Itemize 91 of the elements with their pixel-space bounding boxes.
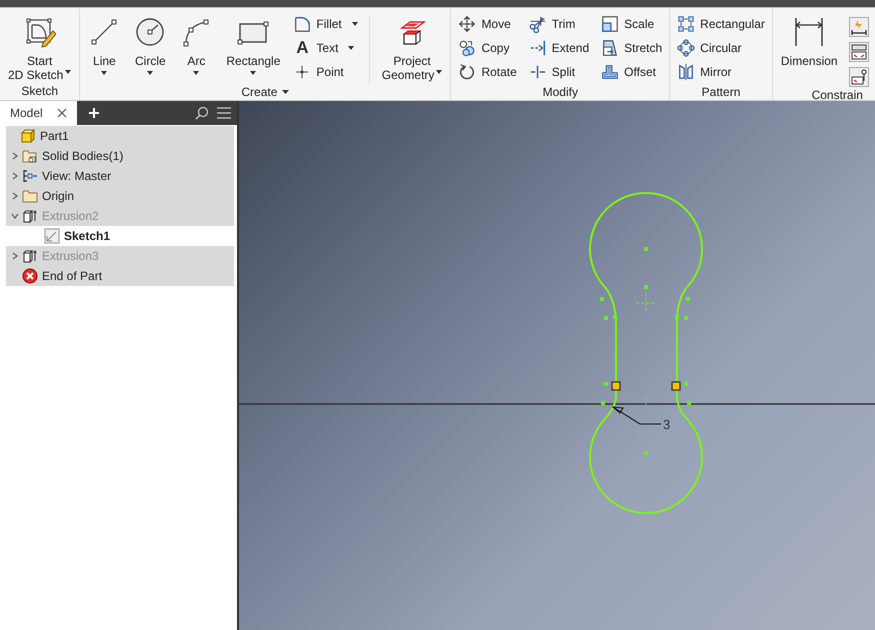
chevron-right-icon[interactable] xyxy=(11,252,19,260)
move-icon xyxy=(458,15,476,33)
chevron-down-icon[interactable] xyxy=(11,212,19,220)
folder-icon xyxy=(22,188,38,204)
caret-icon xyxy=(352,22,358,26)
leader-line xyxy=(611,406,662,424)
chevron-right-icon[interactable] xyxy=(11,192,19,200)
panel-title: Modify xyxy=(542,85,578,99)
ribbon-button[interactable]: Fillet xyxy=(290,12,361,36)
ribbon-button[interactable]: Rectangular xyxy=(674,12,768,36)
panel-title[interactable]: Create xyxy=(241,85,278,99)
browser-tab[interactable]: Model xyxy=(0,101,77,125)
scale-icon xyxy=(601,15,620,33)
icon-button[interactable] xyxy=(848,41,870,63)
tree-item[interactable]: Origin xyxy=(6,186,234,206)
tree-item[interactable]: End of Part xyxy=(6,266,234,286)
circular-pattern-icon xyxy=(677,39,696,57)
circle-icon xyxy=(134,16,166,48)
tree-item[interactable]: Solid Bodies(1) xyxy=(6,146,234,166)
ribbon-button[interactable]: Offset xyxy=(598,60,666,84)
ribbon-button[interactable]: Scale xyxy=(598,12,666,36)
ribbon-button[interactable]: Point xyxy=(290,60,361,84)
ribbon-button[interactable]: Start 2D Sketch xyxy=(4,12,76,82)
tree-item[interactable]: View: Master xyxy=(6,166,234,186)
caret-icon xyxy=(436,70,442,74)
text-icon: A xyxy=(293,38,312,58)
fillet-icon xyxy=(293,15,312,33)
ribbon-button[interactable]: Arc xyxy=(176,12,216,84)
ribbon-button[interactable]: Project Geometry xyxy=(378,12,446,84)
caret-icon[interactable] xyxy=(282,90,290,94)
relax-icon xyxy=(848,67,869,87)
ribbon-button[interactable]: Dimension xyxy=(776,12,842,88)
extrusion-icon xyxy=(22,248,38,264)
ribbon-button[interactable]: Circle xyxy=(130,12,170,84)
chevron-right-icon[interactable] xyxy=(11,152,19,160)
panel-title: Constrain xyxy=(812,88,863,102)
constraint-settings-icon xyxy=(848,42,869,62)
auto-dimension-icon xyxy=(848,17,869,37)
search-icon[interactable] xyxy=(195,106,209,120)
dimension-value[interactable]: 3 xyxy=(663,417,670,432)
view-tree-icon xyxy=(22,168,38,184)
mirror-icon xyxy=(677,63,696,81)
scissors-icon xyxy=(528,15,547,33)
ribbon-button[interactable]: Rectangle xyxy=(222,12,284,84)
center-mark-icon xyxy=(636,292,656,314)
graphics-viewport[interactable]: 3 xyxy=(239,101,875,630)
endpoint-marker[interactable] xyxy=(611,381,621,391)
ribbon-button[interactable]: Copy xyxy=(455,36,520,60)
caret-icon xyxy=(65,70,72,74)
ribbon-button[interactable]: Rotate xyxy=(455,60,520,84)
ribbon-button[interactable]: Split xyxy=(526,60,592,84)
extrusion-icon xyxy=(22,208,38,224)
copy-icon xyxy=(458,39,476,57)
caret-icon xyxy=(193,71,200,75)
point-icon xyxy=(293,63,312,81)
offset-icon xyxy=(601,63,620,81)
caret-icon xyxy=(348,46,354,50)
ribbon-button[interactable]: Line xyxy=(84,12,124,84)
error-icon xyxy=(22,268,38,284)
panel-title: Sketch xyxy=(21,84,58,98)
tree-item[interactable]: Part1 xyxy=(6,126,234,146)
extend-icon xyxy=(528,39,547,57)
stretch-icon xyxy=(601,39,620,57)
sketch-icon xyxy=(44,228,60,244)
ribbon-button[interactable]: Extend xyxy=(526,36,592,60)
close-icon[interactable] xyxy=(56,108,67,118)
dimension-icon xyxy=(793,16,826,48)
menu-icon[interactable] xyxy=(217,107,231,119)
sketch-profile[interactable] xyxy=(589,192,703,514)
sketch-pencil-icon xyxy=(24,16,56,48)
ribbon-button[interactable]: A Text xyxy=(290,36,361,60)
grid-pattern-icon xyxy=(677,15,696,33)
icon-button[interactable] xyxy=(848,16,870,38)
split-icon xyxy=(528,63,547,81)
ribbon-button[interactable]: Circular xyxy=(674,36,768,60)
ribbon-button[interactable]: Move xyxy=(455,12,520,36)
add-icon[interactable] xyxy=(88,108,99,118)
folder-icon xyxy=(22,148,38,164)
ribbon-button[interactable]: Trim xyxy=(526,12,592,36)
ribbon-button[interactable]: Mirror xyxy=(674,60,768,84)
icon-button[interactable] xyxy=(848,66,870,88)
center-mark-icon xyxy=(636,388,656,408)
endpoint-marker[interactable] xyxy=(671,381,681,391)
caret-icon xyxy=(147,71,154,75)
caret-icon xyxy=(101,71,108,75)
panel-title: Pattern xyxy=(702,85,740,99)
caret-icon xyxy=(250,71,256,75)
cube-icon xyxy=(20,128,36,144)
chevron-right-icon[interactable] xyxy=(11,172,19,180)
rotate-icon xyxy=(458,63,476,81)
ribbon-button[interactable]: Stretch xyxy=(598,36,666,60)
